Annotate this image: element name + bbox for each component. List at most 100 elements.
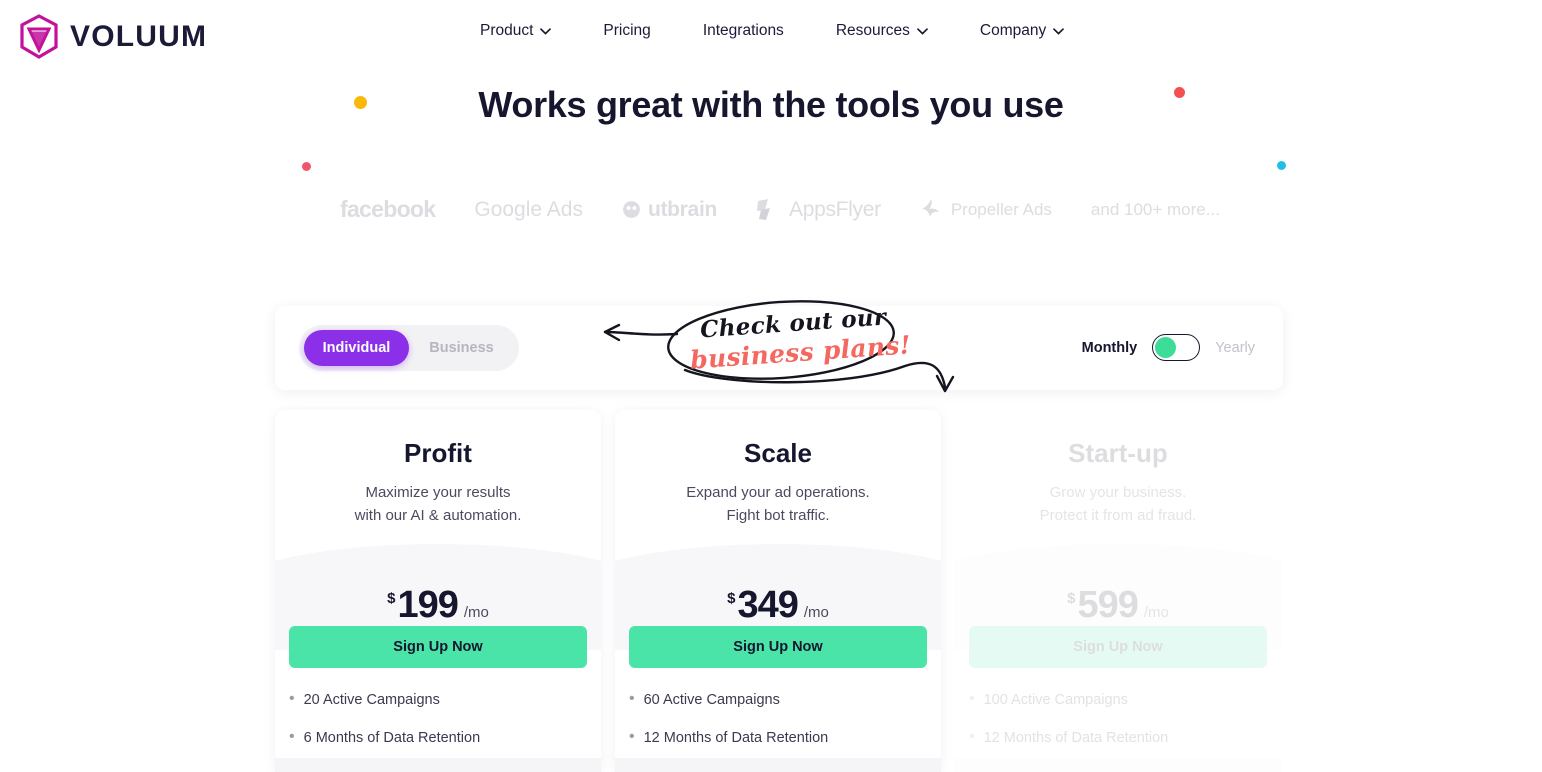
bullet-icon: • [629,728,635,745]
site-header: VOLUUM Product Pricing Integrations Reso… [0,0,1542,72]
main-nav: Product Pricing Integrations Resources C… [480,22,1065,40]
sign-up-button[interactable]: Sign Up Now [289,626,587,668]
pricing-card-startup[interactable]: Start-up Grow your business. Protect it … [955,410,1281,772]
bullet-icon: • [289,728,295,745]
plan-price: $ 349 /mo [615,584,941,627]
dot-red-icon [1174,87,1185,98]
plan-name: Start-up [1068,438,1168,468]
bullet-icon: • [969,690,975,707]
plan-tagline: Maximize your results with our AI & auto… [275,481,601,527]
plan-tagline-line2: Fight bot traffic. [726,507,830,524]
page-title: Works great with the tools you use [478,84,1064,125]
feature-item: • 6 Months of Data Retention [289,728,589,748]
sign-up-button[interactable]: Sign Up Now [969,626,1267,668]
sign-up-button[interactable]: Sign Up Now [629,626,927,668]
billing-label-monthly[interactable]: Monthly [1082,340,1138,356]
card-bottom-strip [615,758,941,772]
plan-name: Profit [404,438,472,468]
plan-features: • 100 Active Campaigns • 12 Months of Da… [969,690,1269,766]
plan-tagline-line1: Grow your business. [1049,484,1187,501]
feature-label: 12 Months of Data Retention [643,730,829,746]
bullet-icon: • [289,690,295,707]
feature-label: 60 Active Campaigns [643,692,780,708]
currency-symbol: $ [1067,590,1076,607]
pricing-page: VOLUUM Product Pricing Integrations Reso… [0,0,1542,772]
plan-tagline-line1: Expand your ad operations. [686,484,870,501]
feature-label: 100 Active Campaigns [983,692,1128,708]
plan-price: $ 199 /mo [275,584,601,627]
plan-tagline-line2: Protect it from ad fraud. [1039,507,1197,524]
price-period: /mo [1143,604,1169,621]
price-amount: 349 [737,584,798,626]
nav-label-resources: Resources [835,22,910,39]
bullet-icon: • [969,728,975,745]
outbrain-logo-text: utbrain [647,197,717,221]
outbrain-icon [623,201,640,218]
voluum-shield-icon [20,14,58,59]
plan-tagline-line2: with our AI & automation. [354,507,522,524]
card-bottom-strip [955,758,1281,772]
feature-item: • 100 Active Campaigns [969,690,1269,710]
price-amount: 199 [397,584,458,626]
plan-price: $ 599 /mo [955,584,1281,627]
feature-item: • 20 Active Campaigns [289,690,589,710]
dot-yellow-icon [354,96,367,109]
partner-logo-propeller-ads: Propeller Ads [920,197,1052,223]
nav-item-company[interactable]: Company [979,22,1065,40]
price-period: /mo [803,604,829,621]
plan-features: • 20 Active Campaigns • 6 Months of Data… [289,690,589,766]
feature-item: • 12 Months of Data Retention [969,728,1269,748]
appsflyer-logo-text: AppsFlyer [788,197,881,221]
facebook-logo-text: facebook [340,196,436,222]
card-bottom-strip [275,758,601,772]
feature-item: • 60 Active Campaigns [629,690,929,710]
dot-pink-icon [302,162,311,171]
nav-item-pricing[interactable]: Pricing [603,22,650,40]
feature-label: 6 Months of Data Retention [303,730,481,746]
feature-label: 20 Active Campaigns [303,692,440,708]
billing-switch-knob [1155,337,1177,358]
nav-label-pricing: Pricing [603,22,651,39]
dot-cyan-icon [1277,161,1286,170]
partner-logo-appsflyer: AppsFlyer [756,198,881,222]
pricing-card-profit[interactable]: Profit Maximize your results with our AI… [275,410,601,772]
propeller-ads-logo-text: Propeller Ads [950,199,1052,219]
price-amount: 599 [1077,584,1138,626]
chevron-down-icon [917,27,928,35]
currency-symbol: $ [387,590,396,607]
bullet-icon: • [629,690,635,707]
currency-symbol: $ [727,590,736,607]
nav-item-product[interactable]: Product [480,22,552,40]
pricing-card-scale[interactable]: Scale Expand your ad operations. Fight b… [615,410,941,772]
propeller-icon [921,198,939,217]
plan-features: • 60 Active Campaigns • 12 Months of Dat… [629,690,929,766]
more-partners-text: and 100+ more... [1090,199,1220,219]
billing-switch[interactable] [1152,334,1201,361]
plan-tagline-line1: Maximize your results [365,484,511,501]
tab-business[interactable]: Business [409,330,514,366]
partner-logo-facebook: facebook [340,196,436,223]
nav-label-company: Company [979,22,1047,39]
tab-individual[interactable]: Individual [304,330,409,366]
appsflyer-icon [756,198,770,220]
logo[interactable]: VOLUUM [18,14,207,60]
plan-tagline: Grow your business. Protect it from ad f… [955,481,1281,527]
plan-tagline: Expand your ad operations. Fight bot tra… [615,481,941,527]
partner-logo-outbrain: utbrain [622,198,717,222]
chevron-down-icon [1053,27,1065,35]
feature-label: 12 Months of Data Retention [983,730,1169,746]
billing-period-toggle: Monthly Yearly [1082,334,1255,361]
partner-logo-more: and 100+ more... [1091,200,1220,220]
partner-logo-google-ads: Google Ads [474,198,583,222]
audience-segmented-control: Individual Business [299,325,519,371]
billing-label-yearly[interactable]: Yearly [1215,340,1255,356]
partner-logos: facebook Google Ads utbrain AppsFlyer Pr… [340,196,1220,223]
price-period: /mo [463,604,489,621]
nav-label-integrations: Integrations [702,22,784,39]
feature-item: • 12 Months of Data Retention [629,728,929,748]
plan-name: Scale [744,438,812,468]
nav-item-resources[interactable]: Resources [836,22,928,40]
nav-item-integrations[interactable]: Integrations [703,22,784,40]
nav-label-product: Product [480,22,534,39]
logo-text: VOLUUM [70,20,208,53]
